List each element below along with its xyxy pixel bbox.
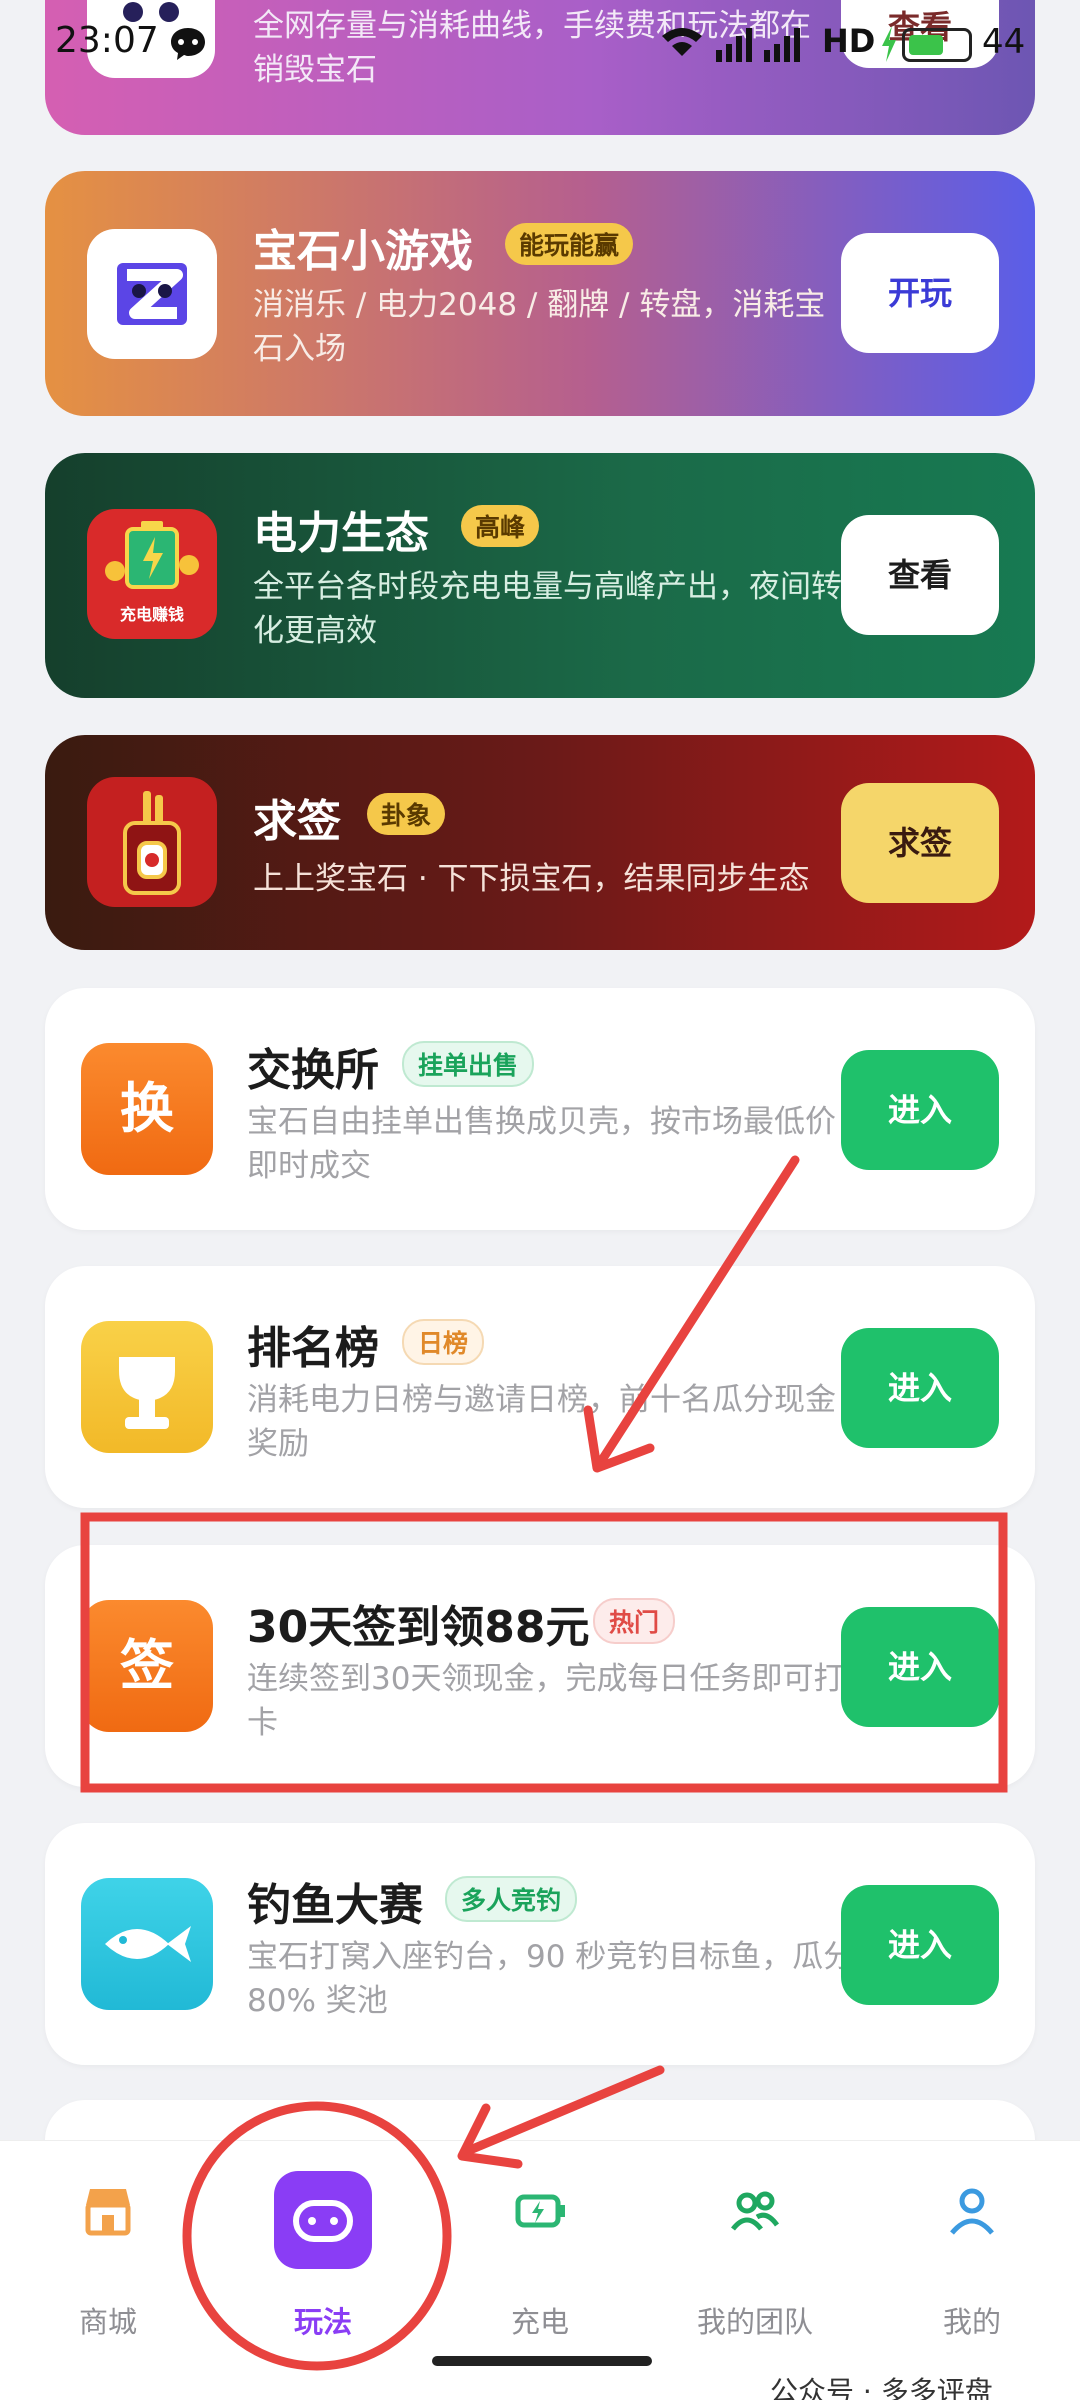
nav-item-store[interactable]: 商城 bbox=[33, 2171, 183, 2339]
card-tag: 日榜 bbox=[402, 1319, 485, 1365]
status-time: 23:07 bbox=[55, 20, 159, 61]
card-title: 排名榜 bbox=[247, 1323, 379, 1374]
charge-earn-label: 充电赚钱 bbox=[119, 605, 184, 624]
nav-label: 玩法 bbox=[293, 2305, 352, 2339]
card-description: 上上奖宝石 · 下下损宝石，结果同步生态 bbox=[253, 861, 810, 897]
fortune-stick-icon bbox=[87, 777, 217, 907]
power-ecosystem-card: 充电赚钱 电力生态 高峰 全平台各时段充电电量与高峰产出，夜间转化更高效 查看 bbox=[45, 453, 1035, 698]
card-description: 全平台各时段充电电量与高峰产出，夜间转化更高效 bbox=[253, 569, 842, 649]
network-type: HD bbox=[822, 22, 876, 60]
leaderboard-card: 排名榜 日榜 消耗电力日榜与邀请日榜，前十名瓜分现金奖励 进入 bbox=[45, 1266, 1035, 1508]
enter-leaderboard-button[interactable]: 进入 bbox=[841, 1328, 999, 1448]
battery-level: 44 bbox=[982, 22, 1026, 62]
user-icon bbox=[950, 2188, 994, 2235]
draw-fortune-button[interactable]: 求签 bbox=[841, 783, 999, 903]
card-title: 求签 bbox=[253, 796, 341, 847]
nav-label: 我的团队 bbox=[696, 2305, 813, 2339]
watermark: 公众号 · 多多评盘 bbox=[770, 2375, 993, 2400]
mini-games-app-icon bbox=[87, 229, 217, 359]
signal-icon bbox=[662, 28, 800, 62]
checkin-icon-glyph: 签 bbox=[120, 1634, 174, 1697]
team-icon bbox=[731, 2191, 780, 2231]
battery-charge-icon bbox=[515, 2194, 565, 2228]
gem-mini-games-card: 宝石小游戏 能玩能赢 消消乐 / 电力2048 / 翻牌 / 转盘，消耗宝石入场… bbox=[45, 171, 1035, 416]
card-description: 消消乐 / 电力2048 / 翻牌 / 转盘，消耗宝石入场 bbox=[253, 287, 826, 367]
nav-label: 充电 bbox=[510, 2305, 569, 2339]
charge-earn-app-icon: 充电赚钱 bbox=[87, 509, 217, 639]
charging-bolt-icon bbox=[882, 26, 896, 62]
nav-item-profile[interactable]: 我的 bbox=[897, 2171, 1047, 2339]
card-title: 钓鱼大赛 bbox=[247, 1880, 423, 1931]
card-title: 交换所 bbox=[247, 1045, 379, 1096]
card-tag: 高峰 bbox=[461, 505, 540, 547]
nav-label: 商城 bbox=[78, 2305, 137, 2339]
fishing-contest-card: 钓鱼大赛 多人竞钓 宝石打窝入座钓台，90 秒竞钓目标鱼，瓜分 80% 奖池 进… bbox=[45, 1823, 1035, 2065]
nav-label: 我的 bbox=[942, 2305, 1001, 2339]
card-tag: 热门 bbox=[593, 1598, 676, 1644]
gamepad-icon bbox=[274, 2171, 372, 2269]
exchange-icon-glyph: 换 bbox=[120, 1077, 174, 1140]
exchange-app-icon: 换 bbox=[81, 1043, 213, 1175]
nav-item-charge[interactable]: 充电 bbox=[465, 2171, 615, 2339]
card-title: 宝石小游戏 bbox=[253, 226, 473, 277]
card-title: 电力生态 bbox=[253, 508, 429, 559]
play-games-button[interactable]: 开玩 bbox=[841, 233, 999, 353]
store-icon bbox=[85, 2189, 131, 2236]
view-power-button[interactable]: 查看 bbox=[841, 515, 999, 635]
enter-fishing-button[interactable]: 进入 bbox=[841, 1885, 999, 2005]
checkin-reward-card: 签 30天签到领88元 热门 连续签到30天领现金，完成每日任务即可打卡 进入 bbox=[45, 1545, 1035, 1787]
card-description: 宝石自由挂单出售换成贝壳，按市场最低价即时成交 bbox=[247, 1104, 836, 1184]
status-bar: 23:07 HD 44 bbox=[0, 0, 1080, 90]
home-indicator bbox=[432, 2356, 652, 2366]
card-tag: 卦象 bbox=[367, 793, 446, 835]
battery-icon bbox=[902, 28, 972, 62]
fish-icon bbox=[81, 1878, 213, 2010]
fortune-card: 求签 卦象 上上奖宝石 · 下下损宝石，结果同步生态 求签 bbox=[45, 735, 1035, 950]
card-tag: 能玩能赢 bbox=[505, 223, 634, 265]
enter-checkin-button[interactable]: 进入 bbox=[841, 1607, 999, 1727]
checkin-app-icon: 签 bbox=[81, 1600, 213, 1732]
message-bubble-icon bbox=[171, 28, 205, 60]
card-description: 连续签到30天领现金，完成每日任务即可打卡 bbox=[247, 1661, 845, 1741]
card-title: 30天签到领88元 bbox=[247, 1602, 590, 1653]
nav-item-team[interactable]: 我的团队 bbox=[680, 2171, 830, 2339]
card-description: 宝石打窝入座钓台，90 秒竞钓目标鱼，瓜分 80% 奖池 bbox=[247, 1939, 855, 2019]
card-description: 消耗电力日榜与邀请日榜，前十名瓜分现金奖励 bbox=[247, 1382, 836, 1462]
enter-exchange-button[interactable]: 进入 bbox=[841, 1050, 999, 1170]
exchange-card: 换 交换所 挂单出售 宝石自由挂单出售换成贝壳，按市场最低价即时成交 进入 bbox=[45, 988, 1035, 1230]
trophy-icon bbox=[81, 1321, 213, 1453]
nav-item-play[interactable]: 玩法 bbox=[248, 2171, 398, 2339]
card-tag: 多人竞钓 bbox=[445, 1876, 578, 1922]
card-tag: 挂单出售 bbox=[402, 1041, 535, 1087]
